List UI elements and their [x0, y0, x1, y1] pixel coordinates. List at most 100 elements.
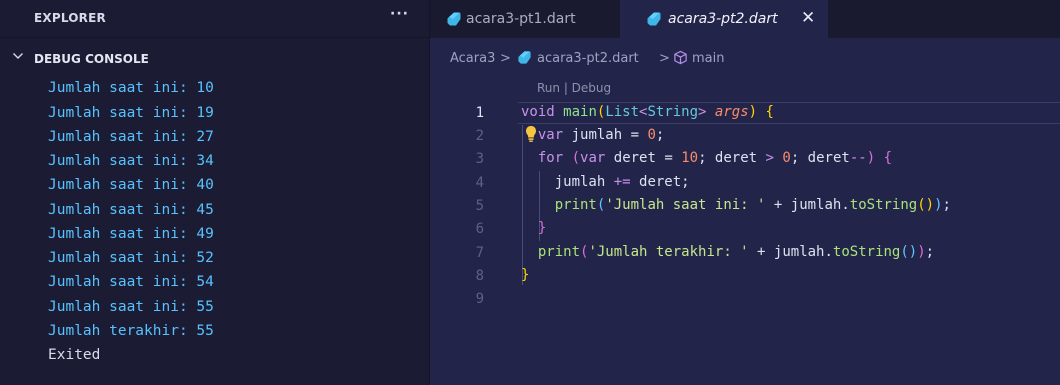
identifier: deret: [613, 150, 656, 166]
code-line-5: print('Jumlah saat ini: ' + jumlah.toStr…: [521, 197, 951, 213]
function-name: print: [554, 197, 597, 213]
breadcrumb-folder[interactable]: Acara3: [450, 51, 495, 66]
breadcrumb-separator: >: [500, 51, 511, 66]
paren: ): [917, 244, 926, 260]
identifier: jumlah: [571, 127, 623, 143]
number: 0: [647, 127, 656, 143]
tab-label: acara3-pt1.dart: [466, 11, 576, 27]
console-line: Jumlah saat ini: 52: [48, 250, 214, 266]
line-number: 7: [475, 245, 484, 261]
explorer-header: EXPLORER ···: [0, 0, 429, 38]
code-line-2: var jumlah = 0;: [521, 127, 664, 143]
semicolon: ;: [925, 244, 935, 260]
function-name: toString: [832, 244, 901, 260]
line-number: 5: [475, 198, 484, 214]
number: 10: [681, 150, 699, 166]
console-line: Jumlah saat ini: 19: [48, 105, 214, 121]
paren: (): [900, 244, 918, 260]
code-line-6: }: [521, 220, 546, 236]
sidebar: EXPLORER ··· DEBUG CONSOLE Jumlah saat i…: [0, 0, 429, 385]
cube-icon: [674, 50, 687, 65]
code-line-7: print('Jumlah terakhir: ' + jumlah.toStr…: [521, 244, 934, 260]
paren: ): [934, 197, 943, 213]
type-name: String: [647, 104, 699, 120]
function-name: toString: [849, 197, 918, 213]
close-icon[interactable]: ✕: [801, 8, 815, 28]
number: 0: [782, 150, 791, 166]
line-number: 2: [475, 128, 484, 144]
identifier: jumlah.: [773, 244, 833, 260]
semicolon: ;: [942, 197, 951, 213]
console-line: Jumlah terakhir: 55: [48, 323, 214, 339]
tab-acara3-pt1[interactable]: acara3-pt1.dart: [430, 0, 620, 38]
breadcrumb: Acara3 > acara3-pt2.dart > main: [430, 48, 1060, 68]
tab-label: acara3-pt2.dart: [668, 11, 778, 27]
console-line: Jumlah saat ini: 55: [48, 299, 214, 315]
debug-console-title: DEBUG CONSOLE: [34, 52, 149, 66]
more-actions-button[interactable]: ···: [390, 6, 409, 22]
function-name: print: [537, 244, 581, 260]
debug-console-header[interactable]: DEBUG CONSOLE: [0, 48, 429, 72]
run-debug-codelens[interactable]: Run | Debug: [537, 81, 611, 95]
line-number: 6: [475, 221, 484, 237]
console-line: Jumlah saat ini: 45: [48, 202, 214, 218]
console-line: Jumlah saat ini: 54: [48, 274, 214, 290]
dart-icon: [447, 12, 461, 26]
identifier: ; deret: [698, 150, 766, 166]
code-editor[interactable]: Acara3 > acara3-pt2.dart > main Run | De…: [430, 38, 1060, 385]
operator: +=: [613, 174, 631, 190]
paren: (: [571, 150, 581, 166]
angle-bracket: >: [698, 104, 707, 120]
identifier: deret;: [630, 174, 690, 190]
console-line: Jumlah saat ini: 40: [48, 177, 214, 193]
keyword: void: [521, 104, 555, 120]
operator: =: [622, 127, 648, 143]
keyword: var: [580, 150, 606, 166]
chevron-down-icon: [13, 53, 23, 59]
console-line: Jumlah saat ini: 49: [48, 226, 214, 242]
console-line: Jumlah saat ini: 10: [48, 80, 214, 96]
line-number: 3: [475, 151, 484, 167]
semicolon: ;: [655, 127, 665, 143]
brace: {: [883, 150, 893, 166]
paren: (): [917, 197, 935, 213]
brace: }: [537, 220, 547, 236]
line-number: 4: [475, 175, 484, 191]
keyword: var: [537, 127, 564, 143]
code-line-4: jumlah += deret;: [521, 174, 690, 190]
code-line-3: for (var deret = 10; deret > 0; deret--)…: [521, 150, 892, 166]
editor-tab-bar: acara3-pt1.dart acara3-pt2.dart ✕: [430, 0, 1060, 38]
operator: +: [748, 244, 774, 260]
dart-icon: [518, 51, 531, 64]
tab-acara3-pt2[interactable]: acara3-pt2.dart ✕: [620, 0, 828, 38]
line-number: 9: [475, 291, 484, 307]
identifier: jumlah.: [790, 197, 850, 213]
operator: =: [655, 150, 682, 166]
line-number: 8: [475, 268, 484, 284]
identifier: jumlah: [554, 174, 614, 190]
parameter: args: [714, 104, 749, 120]
console-exited-line: Exited: [48, 347, 101, 363]
paren: ): [866, 150, 876, 166]
string-literal: 'Jumlah terakhir: ': [588, 244, 749, 260]
breadcrumb-symbol[interactable]: main: [692, 51, 724, 66]
console-line: Jumlah saat ini: 27: [48, 129, 214, 145]
brace: }: [521, 267, 530, 283]
line-number: 1: [475, 105, 484, 121]
string-literal: 'Jumlah saat ini: ': [605, 197, 766, 213]
operator: >: [765, 150, 774, 166]
function-name: main: [563, 104, 597, 120]
console-line: Jumlah saat ini: 34: [48, 153, 214, 169]
code-line-1: void main(List<String> args) {: [521, 104, 774, 120]
brace: {: [765, 104, 774, 120]
identifier: ; deret: [790, 150, 850, 166]
breadcrumb-file[interactable]: acara3-pt2.dart: [537, 51, 639, 66]
code-line-8: }: [521, 267, 529, 283]
paren: ): [748, 104, 758, 120]
breadcrumb-separator: >: [659, 51, 670, 66]
explorer-title: EXPLORER: [34, 11, 106, 25]
dart-icon: [647, 12, 661, 26]
operator: --: [849, 150, 867, 166]
type-name: List: [605, 104, 640, 120]
operator: +: [765, 197, 791, 213]
